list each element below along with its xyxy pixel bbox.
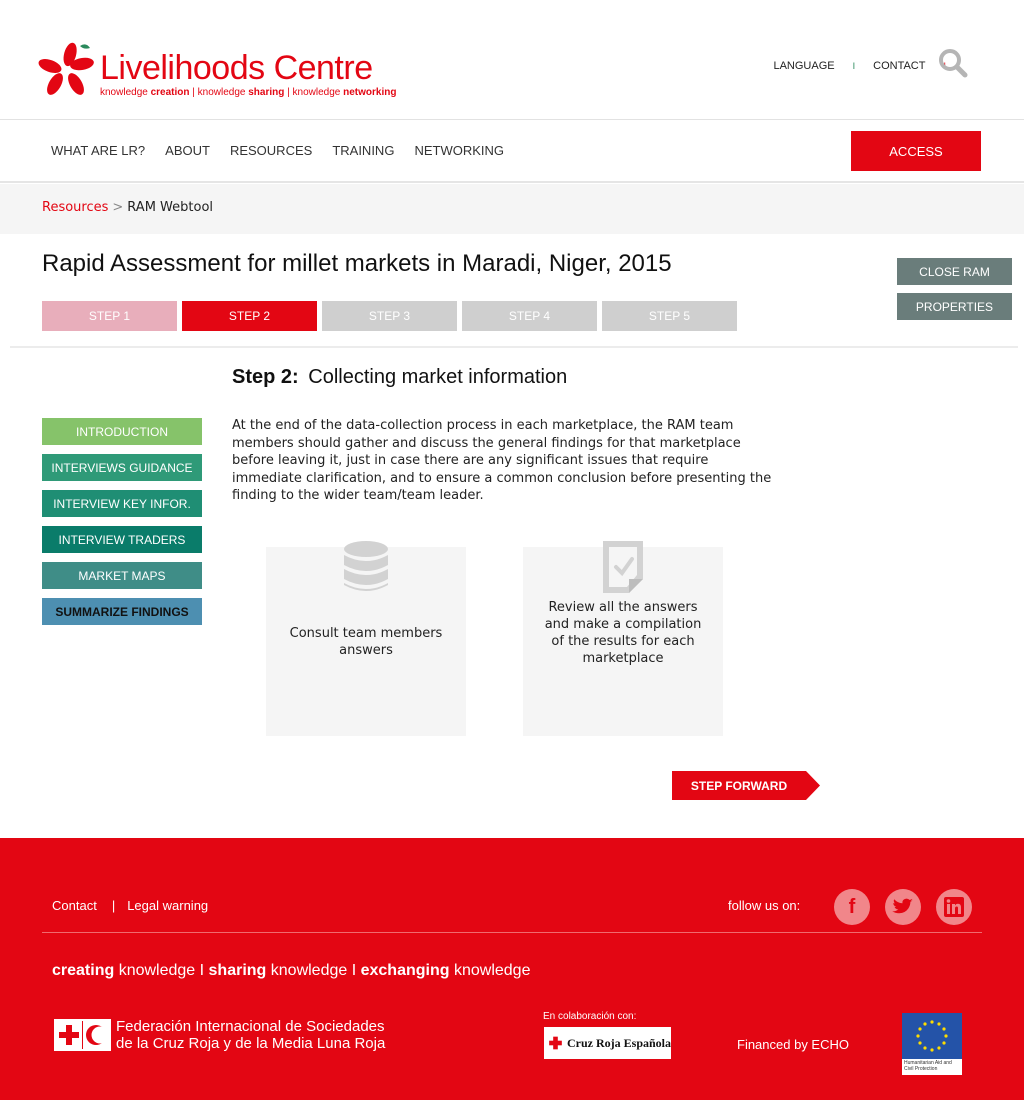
language-link[interactable]: LANGUAGE [773, 60, 834, 72]
card-text: Review all the answers and make a compil… [544, 600, 702, 666]
red-cross-crescent-icon [54, 1019, 111, 1051]
step-title: Collecting market information [308, 366, 568, 388]
menu-market-maps[interactable]: MARKET MAPS [42, 562, 202, 589]
separator: I [852, 61, 856, 71]
divider [10, 346, 1018, 348]
legal-warning-link[interactable]: Legal warning [127, 898, 208, 913]
breadcrumb-separator: > [112, 200, 124, 215]
red-cross-icon [549, 1036, 562, 1050]
footer-contact-link[interactable]: Contact [52, 898, 97, 913]
tab-step-4[interactable]: STEP 4 [462, 301, 597, 331]
tab-step-1[interactable]: STEP 1 [42, 301, 177, 331]
checked-document-icon [603, 541, 643, 593]
tab-step-3[interactable]: STEP 3 [322, 301, 457, 331]
nav-training[interactable]: TRAINING [332, 143, 394, 158]
task-card-review: Review all the answers and make a compil… [523, 541, 723, 736]
main-nav: WHAT ARE LR? ABOUT RESOURCES TRAINING NE… [0, 121, 1024, 183]
footer-tagline: creating knowledge I sharing knowledge I… [52, 962, 531, 979]
site-header: Livelihoods Centre knowledge creation | … [0, 0, 1024, 120]
menu-interviews-guidance[interactable]: INTERVIEWS GUIDANCE [42, 454, 202, 481]
follow-us-label: follow us on: [728, 898, 801, 913]
tab-step-5[interactable]: STEP 5 [602, 301, 737, 331]
footer-links: Contact | Legal warning [52, 898, 208, 913]
menu-introduction[interactable]: INTRODUCTION [42, 418, 202, 445]
facebook-icon[interactable]: f [834, 889, 870, 925]
properties-button[interactable]: PROPERTIES [897, 293, 1012, 320]
database-icon [344, 541, 388, 591]
search-icon[interactable] [938, 48, 968, 78]
separator: | [111, 898, 116, 913]
step-forward-label: STEP FORWARD [690, 778, 788, 793]
logo-wordmark: Livelihoods Centre [100, 49, 373, 87]
menu-interview-key-informants[interactable]: INTERVIEW KEY INFOR. [42, 490, 202, 517]
menu-summarize-findings[interactable]: SUMMARIZE FINDINGS [42, 598, 202, 625]
top-links: LANGUAGE I CONTACT I [773, 60, 964, 72]
collaboration-label: En colaboración con: [543, 1011, 637, 1022]
menu-interview-traders[interactable]: INTERVIEW TRADERS [42, 526, 202, 553]
nav-networking[interactable]: NETWORKING [414, 143, 504, 158]
livelihoods-centre-logo[interactable]: Livelihoods Centre knowledge creation | … [36, 40, 416, 102]
step-label: Step 2: [232, 366, 299, 388]
ifrc-name: Federación Internacional de Sociedades de… [116, 1018, 386, 1052]
breadcrumb-current: RAM Webtool [127, 200, 214, 215]
financed-by-echo: Financed by ECHO [737, 1037, 849, 1052]
substep-menu: INTRODUCTION INTERVIEWS GUIDANCE INTERVI… [42, 418, 202, 634]
footer-divider [42, 932, 982, 933]
step-tabs: STEP 1 STEP 2 STEP 3 STEP 4 STEP 5 [42, 301, 742, 331]
logo-tagline: knowledge creation | knowledge sharing |… [100, 87, 397, 98]
cruz-roja-espanola-logo[interactable]: Cruz Roja Española [544, 1027, 671, 1059]
close-ram-button[interactable]: CLOSE RAM [897, 258, 1012, 285]
flower-logo-icon [38, 42, 94, 95]
breadcrumb-bar: Resources > RAM Webtool [0, 184, 1024, 234]
eu-caption: Humanitarian Aid and Civil Protection [904, 1060, 952, 1072]
eu-flag-icon [902, 1013, 962, 1059]
twitter-icon[interactable] [885, 889, 921, 925]
step-heading: Step 2: Collecting market information [232, 366, 567, 389]
breadcrumb-resources-link[interactable]: Resources [42, 200, 108, 215]
contact-link[interactable]: CONTACT [873, 60, 925, 72]
eu-humanitarian-aid-logo[interactable]: Humanitarian Aid and Civil Protection [902, 1013, 962, 1075]
access-button[interactable]: ACCESS [851, 131, 981, 171]
breadcrumb: Resources > RAM Webtool [42, 200, 213, 215]
step-forward-button[interactable]: STEP FORWARD [672, 771, 820, 800]
step-description: At the end of the data-collection proces… [232, 418, 772, 503]
site-footer: Contact | Legal warning follow us on: f … [0, 838, 1024, 1100]
nav-about[interactable]: ABOUT [165, 143, 210, 158]
task-card-consult: Consult team members answers [266, 541, 466, 736]
page-title: Rapid Assessment for millet markets in M… [42, 250, 672, 277]
tab-step-2[interactable]: STEP 2 [182, 301, 317, 331]
nav-what-are-lr[interactable]: WHAT ARE LR? [51, 143, 145, 158]
linkedin-icon[interactable] [936, 889, 972, 925]
card-text: Consult team members answers [289, 626, 443, 658]
ifrc-logo[interactable]: Federación Internacional de Sociedades de… [54, 1018, 414, 1058]
nav-resources[interactable]: RESOURCES [230, 143, 312, 158]
